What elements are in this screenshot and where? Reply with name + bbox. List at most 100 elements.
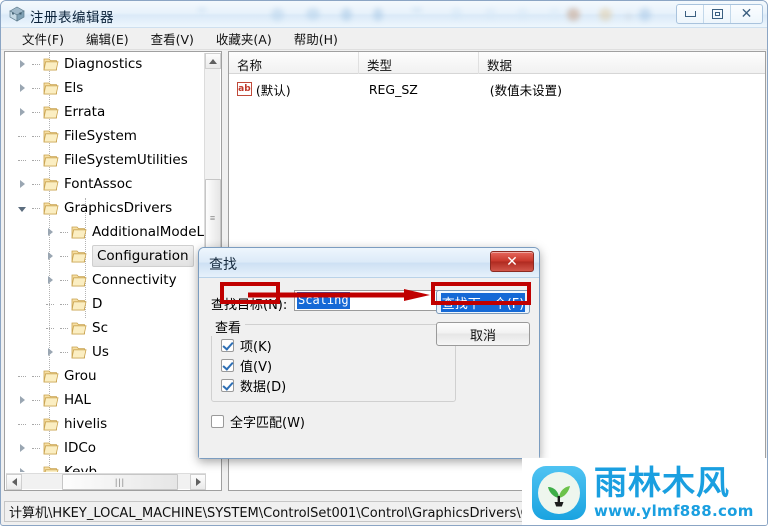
tree-item-filesystem[interactable]: FileSystem: [15, 124, 137, 148]
tree-item-els[interactable]: Els: [15, 76, 83, 100]
tree-item-idco[interactable]: IDCo: [15, 436, 96, 460]
tree-connector: [29, 76, 43, 100]
checkbox-values-label: 值(V): [240, 360, 273, 375]
checkbox-keys-box[interactable]: [221, 339, 234, 352]
tree-connector: [29, 436, 43, 460]
scroll-thumb[interactable]: ≡: [205, 179, 221, 257]
chevron-up-icon: [209, 58, 217, 64]
tree-connector: [29, 148, 43, 172]
expand-toggle[interactable]: [43, 268, 57, 292]
expand-toggle[interactable]: [15, 172, 29, 196]
tree-item-diagnostics[interactable]: Diagnostics: [15, 52, 142, 76]
value-type: REG_SZ: [368, 81, 418, 97]
tree-item-hal[interactable]: HAL: [15, 388, 91, 412]
tree-item-graphicsdrivers[interactable]: GraphicsDrivers: [15, 196, 172, 220]
registry-tree-pane[interactable]: Diagnostics Els Errata FileSystem FileSystem…: [4, 51, 222, 491]
expand-toggle[interactable]: [15, 76, 29, 100]
registry-tree[interactable]: Diagnostics Els Errata FileSystem FileSystem…: [5, 52, 205, 472]
scroll-right-button[interactable]: [190, 474, 206, 490]
table-row[interactable]: ab (默认) REG_SZ (数值未设置): [229, 78, 765, 100]
window-title: 注册表编辑器: [30, 10, 114, 26]
tree-item-us[interactable]: Us: [43, 340, 109, 364]
collapse-toggle[interactable]: [15, 196, 29, 220]
registry-path-text: 计算机\HKEY_LOCAL_MACHINE\SYSTEM\ControlSet…: [9, 506, 593, 521]
folder-icon: [71, 297, 87, 311]
tree-item-fontassoc[interactable]: FontAssoc: [15, 172, 132, 196]
checkbox-values-box[interactable]: [221, 359, 234, 372]
column-header-name[interactable]: 名称: [229, 52, 359, 74]
folder-icon: [71, 225, 87, 239]
tree-item-connectivity[interactable]: Connectivity: [43, 268, 177, 292]
column-header-type[interactable]: 类型: [359, 52, 479, 74]
find-next-button[interactable]: 查找下一个(F): [436, 290, 530, 314]
maximize-button[interactable]: [704, 5, 731, 23]
window-titlebar: 注册表编辑器 ✕: [1, 1, 767, 28]
checkbox-data[interactable]: 数据(D): [221, 376, 286, 395]
tree-item-filesystemutilities[interactable]: FileSystemUtilities: [15, 148, 188, 172]
watermark-logo: 雨林木风 www.ylmf888.com: [522, 458, 767, 525]
expand-toggle[interactable]: [15, 460, 29, 472]
watermark-url: www.ylmf888.com: [594, 502, 754, 520]
checkbox-match-whole-string-box[interactable]: [211, 415, 224, 428]
expand-toggle[interactable]: [15, 436, 29, 460]
tree-item-d[interactable]: D: [43, 292, 102, 316]
expand-toggle[interactable]: [43, 340, 57, 364]
chevron-right-icon: [19, 108, 25, 116]
menu-help[interactable]: 帮助(H): [283, 27, 349, 50]
checkbox-match-whole-string-label: 全字匹配(W): [230, 416, 305, 431]
expand-toggle[interactable]: [15, 52, 29, 76]
menu-file[interactable]: 文件(F): [11, 27, 75, 50]
registry-editor-icon: [8, 5, 26, 23]
close-button[interactable]: ✕: [731, 5, 762, 23]
tree-item-label: FileSystem: [64, 128, 137, 144]
tree-item-grou[interactable]: Grou: [15, 364, 97, 388]
expand-toggle[interactable]: [15, 388, 29, 412]
checkbox-data-box[interactable]: [221, 379, 234, 392]
scroll-up-button[interactable]: [205, 53, 221, 69]
minimize-button[interactable]: [677, 5, 704, 23]
tree-item-sc[interactable]: Sc: [43, 316, 108, 340]
tree-item-configuration[interactable]: Configuration: [43, 244, 194, 268]
tree-connector: [57, 340, 71, 364]
tree-connector: [57, 292, 71, 316]
expand-toggle[interactable]: [43, 220, 57, 244]
tree-item-label: Errata: [64, 104, 106, 120]
tree-connector: [15, 412, 29, 436]
ghost-icon: [625, 13, 632, 20]
cancel-button[interactable]: 取消: [436, 322, 530, 346]
tree-item-label: AdditionalModeLists: [92, 224, 205, 240]
tree-item-keyb[interactable]: Keyb: [15, 460, 97, 472]
find-dialog-titlebar: 查找 ✕: [199, 248, 539, 278]
ghost-icon: [373, 8, 383, 21]
tree-item-hivelis[interactable]: hivelis: [15, 412, 107, 436]
menu-view[interactable]: 查看(V): [140, 27, 205, 50]
tree-connector: [29, 172, 43, 196]
tree-horizontal-scrollbar[interactable]: |||: [6, 473, 206, 490]
tree-item-label: D: [92, 296, 103, 312]
ghost-icon: [639, 8, 651, 21]
column-header-data[interactable]: 数据: [479, 52, 765, 74]
checkbox-keys[interactable]: 项(K): [221, 336, 272, 355]
checkbox-match-whole-string[interactable]: 全字匹配(W): [211, 412, 305, 431]
watermark-text: 雨林木风 www.ylmf888.com: [594, 465, 754, 521]
tree-item-additionalmodelists[interactable]: AdditionalModeLists: [43, 220, 205, 244]
menu-favorites[interactable]: 收藏夹(A): [205, 27, 283, 50]
folder-icon: [43, 465, 59, 472]
expand-toggle[interactable]: [43, 244, 57, 268]
expand-toggle[interactable]: [15, 100, 29, 124]
chevron-down-icon: [18, 206, 26, 212]
cancel-button-label: 取消: [469, 328, 496, 344]
scroll-thumb-horizontal[interactable]: |||: [62, 474, 178, 490]
find-dialog-close-button[interactable]: ✕: [490, 251, 534, 272]
folder-icon: [43, 177, 59, 191]
scroll-left-button[interactable]: [6, 474, 22, 490]
ghost-icon: [567, 8, 580, 21]
tree-connector: [15, 124, 29, 148]
maximize-icon: [711, 9, 723, 19]
checkbox-values[interactable]: 值(V): [221, 356, 272, 375]
grip-icon: |||: [114, 476, 125, 487]
menu-edit[interactable]: 编辑(E): [75, 27, 140, 50]
folder-icon: [71, 321, 87, 335]
tree-item-errata[interactable]: Errata: [15, 100, 105, 124]
tree-connector: [29, 460, 43, 472]
